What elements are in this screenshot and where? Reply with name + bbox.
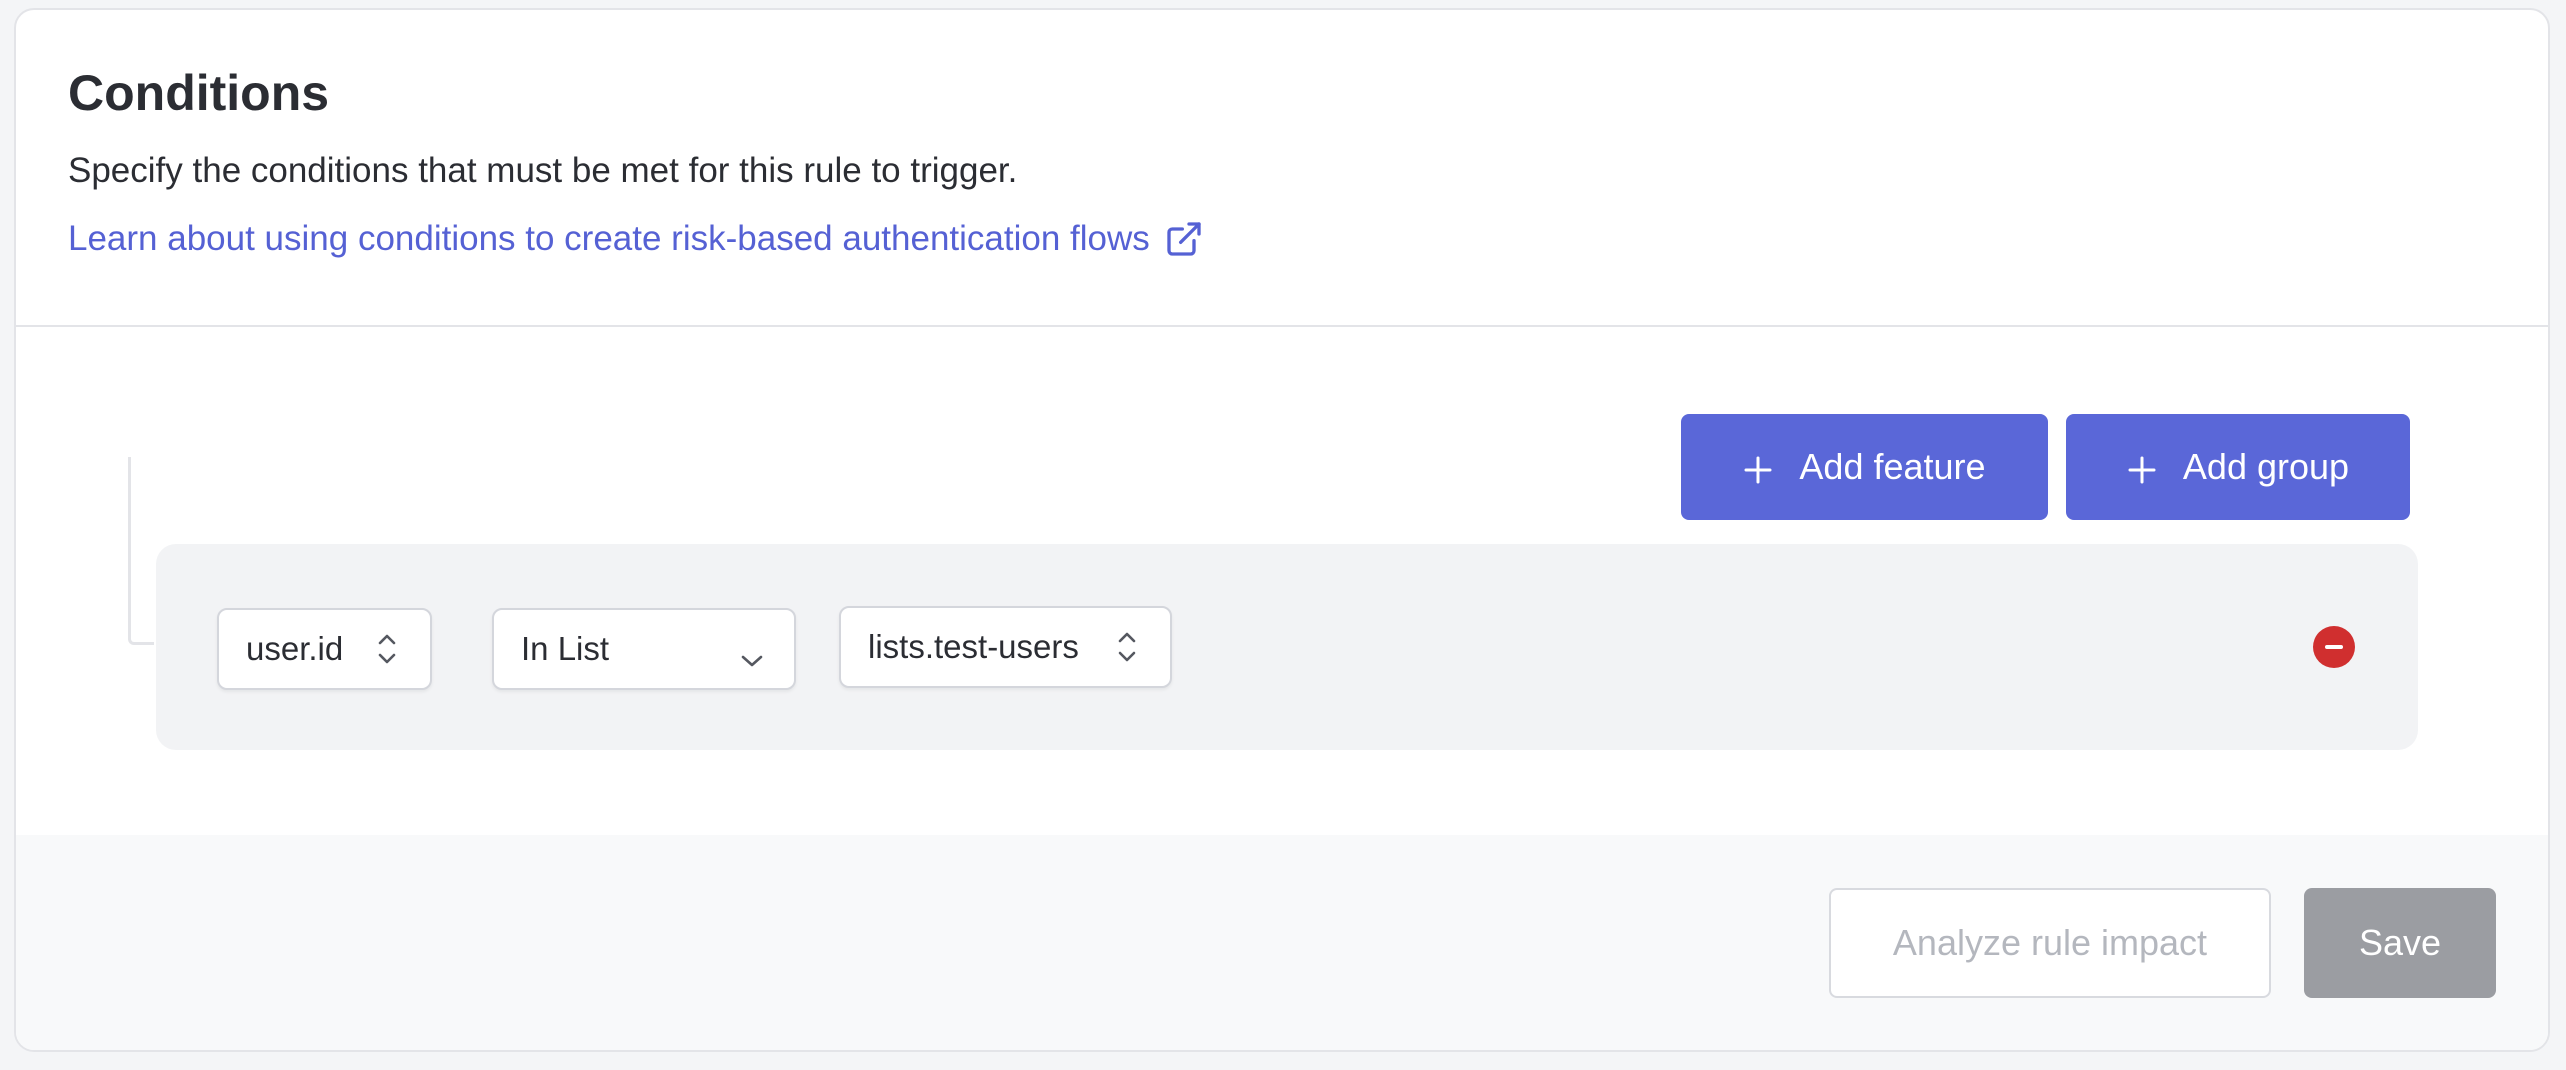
up-down-chevron-icon [1114, 629, 1140, 665]
remove-condition-button[interactable] [2313, 626, 2355, 668]
external-link-icon [1164, 219, 1204, 259]
add-feature-label: Add feature [1799, 446, 1986, 487]
conditions-description: Specify the conditions that must be met … [68, 151, 1018, 190]
feature-select-value: user.id [246, 630, 344, 667]
conditions-builder: Add feature Add group user.id In List li… [16, 327, 2548, 835]
learn-more-link-label: Learn about using conditions to create r… [68, 219, 1150, 258]
add-feature-button[interactable]: Add feature [1681, 414, 2048, 520]
condition-row: user.id In List lists.test-users [156, 544, 2418, 750]
page-title: Conditions [68, 65, 330, 121]
value-select[interactable]: lists.test-users [839, 606, 1172, 688]
add-group-button[interactable]: Add group [2066, 414, 2410, 520]
value-select-value: lists.test-users [868, 628, 1079, 665]
conditions-card: Conditions Specify the conditions that m… [14, 8, 2550, 1052]
operator-select[interactable]: In List [492, 608, 796, 690]
chevron-down-icon [738, 640, 766, 667]
footer-actions: Analyze rule impact Save [16, 835, 2548, 1050]
conditions-header: Conditions Specify the conditions that m… [16, 10, 2548, 327]
minus-circle-icon [2325, 645, 2343, 649]
save-button[interactable]: Save [2304, 888, 2496, 998]
operator-select-value: In List [521, 630, 610, 667]
learn-more-link[interactable]: Learn about using conditions to create r… [68, 218, 2496, 260]
add-group-label: Add group [2182, 446, 2350, 487]
plus-icon [2127, 452, 2157, 484]
analyze-rule-impact-button[interactable]: Analyze rule impact [1829, 888, 2271, 998]
plus-icon [1743, 452, 1773, 484]
tree-connector-line [128, 457, 154, 645]
feature-select[interactable]: user.id [217, 608, 432, 690]
up-down-chevron-icon [374, 631, 400, 667]
